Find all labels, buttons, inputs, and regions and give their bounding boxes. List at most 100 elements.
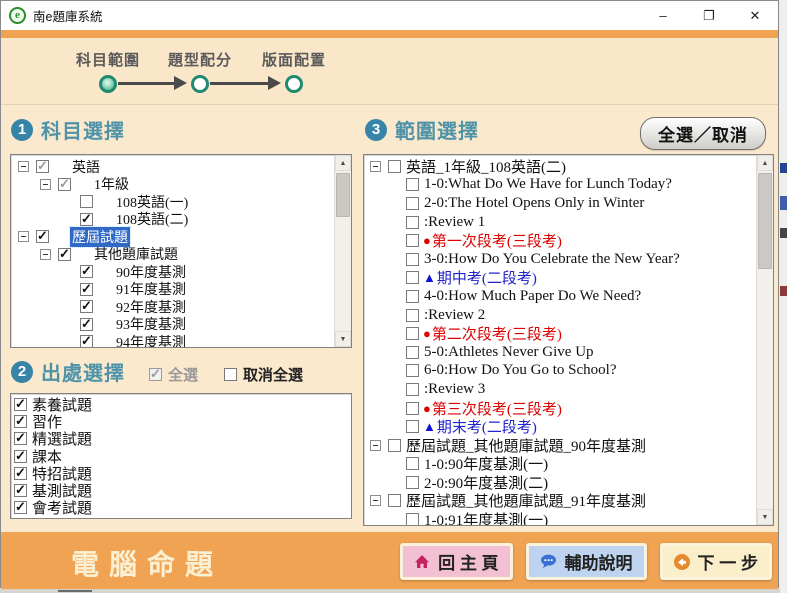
scrollbar-thumb[interactable] xyxy=(758,173,772,269)
scope-item-checkbox[interactable] xyxy=(406,216,419,229)
close-button[interactable]: ✕ xyxy=(732,1,778,30)
scope-tree-item[interactable]: 4-0:How Much Paper Do We Need? xyxy=(368,287,773,306)
tree-item-checkbox[interactable]: ✓ xyxy=(80,318,93,331)
scope-item-checkbox[interactable] xyxy=(406,253,419,266)
subject-tree-item[interactable]: ✓英語 xyxy=(14,158,351,176)
scope-tree-item[interactable]: 1-0:90年度基測(一) xyxy=(368,455,773,474)
source-item-checkbox[interactable]: ✓ xyxy=(14,432,27,445)
scope-tree-item[interactable]: 英語_1年級_108英語(二) xyxy=(368,157,773,176)
tree-item-checkbox[interactable]: ✓ xyxy=(36,230,49,243)
source-item-checkbox[interactable]: ✓ xyxy=(14,501,27,514)
tree-item-checkbox[interactable]: ✓ xyxy=(80,213,93,226)
scope-item-checkbox[interactable] xyxy=(406,234,419,247)
source-list-item[interactable]: ✓會考試題 xyxy=(14,499,351,516)
tree-item-checkbox[interactable]: ✓ xyxy=(80,300,93,313)
scope-tree-item[interactable]: 2-0:90年度基測(二) xyxy=(368,473,773,492)
scope-tree-scrollbar[interactable]: ▲ ▼ xyxy=(756,155,773,525)
subject-tree-item[interactable]: ✓108英語(二) xyxy=(14,211,351,229)
scope-item-checkbox[interactable] xyxy=(406,309,419,322)
scope-item-checkbox[interactable] xyxy=(406,290,419,303)
source-item-checkbox[interactable]: ✓ xyxy=(14,450,27,463)
scope-item-checkbox[interactable] xyxy=(406,476,419,489)
next-step-button[interactable]: 下 一 步 xyxy=(660,543,772,580)
collapse-toggle-icon[interactable] xyxy=(40,249,51,260)
deselect-all-checkbox[interactable] xyxy=(224,368,237,381)
tree-item-checkbox[interactable]: ✓ xyxy=(80,265,93,278)
subject-tree-item[interactable]: 108英語(一) xyxy=(14,193,351,211)
scroll-down-icon[interactable]: ▼ xyxy=(757,509,773,525)
scope-item-checkbox[interactable] xyxy=(406,327,419,340)
collapse-toggle-icon[interactable] xyxy=(370,440,381,451)
scope-tree-item[interactable]: 3-0:How Do You Celebrate the New Year? xyxy=(368,250,773,269)
check-mark-icon: ✓ xyxy=(81,316,92,332)
scope-tree-item[interactable]: ●第一次段考(三段考) xyxy=(368,231,773,250)
scope-tree-item[interactable]: :Review 3 xyxy=(368,380,773,399)
scroll-up-icon[interactable]: ▲ xyxy=(757,155,773,171)
source-item-checkbox[interactable]: ✓ xyxy=(14,398,27,411)
toggle-select-all-button[interactable]: 全選／取消 xyxy=(640,117,766,150)
scope-tree-item[interactable]: ▲期末考(二段考) xyxy=(368,417,773,436)
scope-item-checkbox[interactable] xyxy=(406,197,419,210)
scope-tree-item[interactable]: 1-0:What Do We Have for Lunch Today? xyxy=(368,176,773,195)
source-item-checkbox[interactable]: ✓ xyxy=(14,484,27,497)
scope-tree-item[interactable]: ●第三次段考(三段考) xyxy=(368,399,773,418)
scope-tree-item[interactable]: :Review 1 xyxy=(368,213,773,232)
scope-tree-item[interactable]: 5-0:Athletes Never Give Up xyxy=(368,343,773,362)
subject-tree-item[interactable]: ✓1年級 xyxy=(14,176,351,194)
scope-item-checkbox[interactable] xyxy=(406,383,419,396)
source-item-checkbox[interactable]: ✓ xyxy=(14,415,27,428)
scroll-up-icon[interactable]: ▲ xyxy=(335,155,351,171)
scope-item-checkbox[interactable] xyxy=(406,402,419,415)
tree-item-checkbox[interactable] xyxy=(80,195,93,208)
tree-item-checkbox[interactable]: ✓ xyxy=(80,335,93,348)
subject-tree-item[interactable]: ✓93年度基測 xyxy=(14,316,351,334)
deselect-all-control[interactable]: 取消全選 xyxy=(224,364,303,385)
scope-item-checkbox[interactable] xyxy=(406,457,419,470)
source-list-item[interactable]: ✓精選試題 xyxy=(14,430,351,447)
scope-tree-item[interactable]: 歷屆試題_其他題庫試題_90年度基測 xyxy=(368,436,773,455)
select-all-control[interactable]: ✓ 全選 xyxy=(149,364,198,385)
maximize-button[interactable]: ❐ xyxy=(686,1,732,30)
scope-tree-item[interactable]: 6-0:How Do You Go to School? xyxy=(368,362,773,381)
scope-item-checkbox[interactable] xyxy=(388,439,401,452)
help-button[interactable]: 輔助說明 xyxy=(526,543,647,580)
scrollbar-thumb[interactable] xyxy=(336,173,350,217)
subject-tree-scrollbar[interactable]: ▲ ▼ xyxy=(334,155,351,347)
scope-item-checkbox[interactable] xyxy=(406,364,419,377)
scope-tree-item[interactable]: 1-0:91年度基測(一) xyxy=(368,510,773,526)
subject-tree-item[interactable]: ✓94年度基測 xyxy=(14,333,351,348)
subject-tree-item[interactable]: ✓92年度基測 xyxy=(14,298,351,316)
scope-tree-item[interactable]: :Review 2 xyxy=(368,306,773,325)
scope-item-checkbox[interactable] xyxy=(388,494,401,507)
subject-tree-item[interactable]: ✓90年度基測 xyxy=(14,263,351,281)
select-all-checkbox[interactable]: ✓ xyxy=(149,368,162,381)
collapse-toggle-icon[interactable] xyxy=(40,179,51,190)
scope-item-checkbox[interactable] xyxy=(406,346,419,359)
scope-tree-item[interactable]: 2-0:The Hotel Opens Only in Winter xyxy=(368,194,773,213)
subject-tree-item[interactable]: ✓91年度基測 xyxy=(14,281,351,299)
tree-item-checkbox[interactable]: ✓ xyxy=(58,248,71,261)
collapse-toggle-icon[interactable] xyxy=(370,161,381,172)
scope-item-checkbox[interactable] xyxy=(388,160,401,173)
scope-item-checkbox[interactable] xyxy=(406,513,419,526)
scope-tree-item[interactable]: ▲期中考(二段考) xyxy=(368,269,773,288)
subject-tree-item[interactable]: ✓歷屆試題 xyxy=(14,228,351,246)
tree-item-checkbox[interactable]: ✓ xyxy=(80,283,93,296)
home-button[interactable]: 回 主 頁 xyxy=(400,543,512,580)
tree-item-checkbox[interactable]: ✓ xyxy=(58,178,71,191)
scroll-down-icon[interactable]: ▼ xyxy=(335,331,351,347)
source-list-item[interactable]: ✓素養試題 xyxy=(14,396,351,413)
scope-item-checkbox[interactable] xyxy=(406,271,419,284)
scope-item-checkbox[interactable] xyxy=(406,178,419,191)
minimize-button[interactable]: – xyxy=(640,1,686,30)
scope-item-checkbox[interactable] xyxy=(406,420,419,433)
scope-tree-item[interactable]: 歷屆試題_其他題庫試題_91年度基測 xyxy=(368,492,773,511)
collapse-toggle-icon[interactable] xyxy=(370,495,381,506)
source-item-checkbox[interactable]: ✓ xyxy=(14,467,27,480)
tree-item-checkbox[interactable]: ✓ xyxy=(36,160,49,173)
subject-tree-item[interactable]: ✓其他題庫試題 xyxy=(14,246,351,264)
scope-tree-item[interactable]: ●第二次段考(三段考) xyxy=(368,324,773,343)
collapse-toggle-icon[interactable] xyxy=(18,231,29,242)
collapse-toggle-icon[interactable] xyxy=(18,161,29,172)
subject-tree: ✓英語✓1年級108英語(一)✓108英語(二)✓歷屆試題✓其他題庫試題✓90年… xyxy=(11,155,351,348)
